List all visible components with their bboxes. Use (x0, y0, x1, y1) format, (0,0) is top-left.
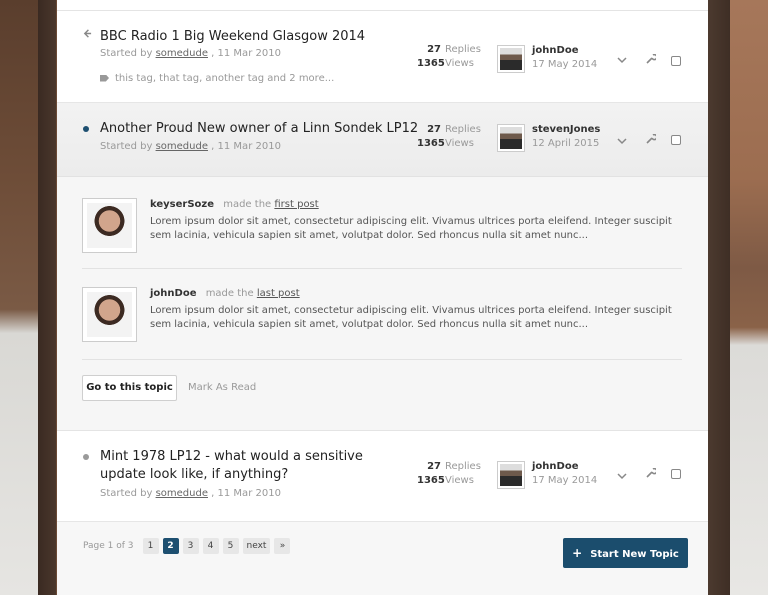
views-count: 1365 (417, 58, 445, 69)
topic-preview: keyserSoze made the first post Lorem ips… (57, 177, 708, 431)
select-checkbox[interactable] (671, 469, 681, 479)
last-poster[interactable]: stevenJones (532, 124, 600, 135)
divider (82, 359, 682, 360)
topic-date: , 11 Mar 2010 (211, 488, 281, 499)
topic-date: , 11 Mar 2010 (211, 141, 281, 152)
last-page-link[interactable]: » (274, 538, 291, 554)
views-stat: 1365Views (417, 138, 481, 149)
topic-title[interactable]: Mint 1978 LP12 - what would a sensitive … (100, 448, 410, 484)
post-excerpt: Lorem ipsum dolor sit amet, consectetur … (150, 305, 672, 330)
replies-stat: 27 Replies (417, 461, 481, 472)
background-left-strip (38, 0, 56, 595)
views-label: Views (445, 58, 474, 69)
chevron-down-icon[interactable] (617, 54, 627, 67)
mark-as-read-link[interactable]: Mark As Read (188, 382, 256, 393)
unread-dot (83, 126, 89, 132)
topic-meta: Started by somedude , 11 Mar 2010 (100, 48, 281, 59)
post-header: keyserSoze made the first post (150, 199, 319, 210)
page-link-4[interactable]: 4 (202, 538, 219, 554)
last-post-date: 12 April 2015 (532, 138, 600, 149)
page-link-3[interactable]: 3 (182, 538, 199, 554)
post-link[interactable]: last post (257, 288, 300, 299)
page-link-1[interactable]: 1 (142, 538, 159, 554)
replies-stat: 27 Replies (417, 44, 481, 55)
views-label: Views (445, 138, 474, 149)
topic-row[interactable]: Mint 1978 LP12 - what would a sensitive … (57, 431, 708, 522)
avatar[interactable] (497, 124, 525, 152)
next-page-link[interactable]: next (242, 538, 271, 554)
replies-stat: 27 Replies (417, 124, 481, 135)
replies-count: 27 (427, 44, 441, 55)
select-checkbox[interactable] (671, 135, 681, 145)
divider (82, 268, 682, 269)
chevron-down-icon[interactable] (617, 470, 627, 483)
start-new-topic-button[interactable]: + Start New Topic (563, 538, 688, 568)
post-link[interactable]: first post (274, 199, 318, 210)
topic-date: , 11 Mar 2010 (211, 48, 281, 59)
replies-label: Replies (445, 124, 481, 135)
topic-row-active[interactable]: Another Proud New owner of a Linn Sondek… (57, 103, 708, 177)
views-stat: 1365Views (417, 58, 481, 69)
last-poster[interactable]: johnDoe (532, 461, 579, 472)
post-excerpt: Lorem ipsum dolor sit amet, consectetur … (150, 216, 672, 241)
avatar[interactable] (82, 198, 137, 253)
background-right-strip (708, 0, 730, 595)
avatar[interactable] (497, 45, 525, 73)
avatar[interactable] (82, 287, 137, 342)
started-by-label: Started by (100, 488, 153, 499)
started-by-label: Started by (100, 141, 153, 152)
post-user[interactable]: johnDoe (150, 288, 197, 299)
topic-title[interactable]: Another Proud New owner of a Linn Sondek… (100, 120, 418, 138)
made-the-label: made the (205, 288, 254, 299)
tag-icon (100, 74, 109, 82)
started-by-label: Started by (100, 48, 153, 59)
topic-title[interactable]: BBC Radio 1 Big Weekend Glasgow 2014 (100, 28, 365, 46)
wrench-icon[interactable] (646, 53, 658, 67)
post-header: johnDoe made the last post (150, 288, 300, 299)
go-to-topic-button[interactable]: Go to this topic (82, 375, 177, 401)
page-link-5[interactable]: 5 (222, 538, 239, 554)
select-checkbox[interactable] (671, 56, 681, 66)
replies-count: 27 (427, 124, 441, 135)
background-left (0, 0, 38, 595)
made-the-label: made the (223, 199, 272, 210)
author-link[interactable]: somedude (156, 141, 208, 152)
post-user[interactable]: keyserSoze (150, 199, 214, 210)
last-post-date: 17 May 2014 (532, 59, 598, 70)
read-dot (83, 454, 89, 460)
author-link[interactable]: somedude (156, 48, 208, 59)
topic-row[interactable]: BBC Radio 1 Big Weekend Glasgow 2014 Sta… (57, 11, 708, 103)
views-stat: 1365Views (417, 475, 481, 486)
start-new-topic-label: Start New Topic (590, 549, 679, 560)
replies-label: Replies (445, 44, 481, 55)
chevron-down-icon[interactable] (617, 135, 627, 148)
author-link[interactable]: somedude (156, 488, 208, 499)
pagination: Page 1 of 3 1 2 3 4 5 next » (83, 538, 294, 554)
page-link-current[interactable]: 2 (162, 538, 179, 554)
last-poster[interactable]: johnDoe (532, 45, 579, 56)
topic-list-panel: BBC Radio 1 Big Weekend Glasgow 2014 Sta… (57, 0, 708, 595)
replies-count: 27 (427, 461, 441, 472)
views-label: Views (445, 475, 474, 486)
topic-tags: this tag, that tag, another tag and 2 mo… (100, 73, 334, 84)
topic-meta: Started by somedude , 11 Mar 2010 (100, 141, 281, 152)
background-right (730, 0, 768, 595)
plus-icon: + (572, 546, 583, 560)
wrench-icon[interactable] (646, 133, 658, 147)
views-count: 1365 (417, 475, 445, 486)
wrench-icon[interactable] (646, 467, 658, 481)
list-footer: Page 1 of 3 1 2 3 4 5 next » + Start New … (57, 522, 708, 595)
left-arrow-icon[interactable] (83, 28, 92, 41)
views-count: 1365 (417, 138, 445, 149)
replies-label: Replies (445, 461, 481, 472)
topic-meta: Started by somedude , 11 Mar 2010 (100, 488, 281, 499)
page-label: Page 1 of 3 (83, 541, 134, 551)
tags-text[interactable]: this tag, that tag, another tag and 2 mo… (115, 73, 334, 84)
last-post-date: 17 May 2014 (532, 475, 598, 486)
avatar[interactable] (497, 461, 525, 489)
